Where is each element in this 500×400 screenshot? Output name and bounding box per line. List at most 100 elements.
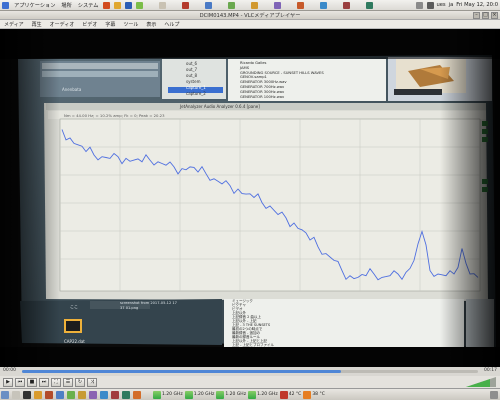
tree-item[interactable]: capture_2 [186, 91, 206, 97]
cpu-freq-2: 1.20 GHz [216, 390, 247, 399]
task-button[interactable] [34, 390, 43, 399]
task-button[interactable] [111, 390, 120, 399]
menu-tools[interactable]: ツール [119, 21, 142, 28]
panel-right: ues ja Fri May 12, 20:0 [414, 1, 500, 9]
user-label[interactable]: ues [436, 2, 445, 8]
launcher-icon[interactable] [159, 1, 167, 9]
menu-subtitle[interactable]: 字幕 [101, 21, 119, 28]
maximize-icon[interactable]: □ [482, 12, 489, 19]
lang-label[interactable]: ja [449, 2, 454, 8]
foot-icon[interactable] [2, 1, 9, 9]
temp-label: 38 °C [312, 392, 325, 397]
file-tree-text: out_6 out_7 out_8 system capture_1 captu… [186, 61, 206, 97]
app-icon [67, 390, 75, 399]
launcher-icon[interactable] [366, 1, 374, 9]
menu-media[interactable]: メディア [0, 21, 28, 28]
play-button[interactable]: ▶ [3, 377, 13, 387]
launcher-icon[interactable] [274, 1, 282, 9]
list-item[interactable]: 上記 - 上記とプロファイル [232, 343, 274, 347]
desktop-label-1: Anenbata [62, 87, 82, 92]
playback-controls: ▶ ⏮ ■ ⏭ ⛶ ☰ ↻ ⤨ [0, 376, 500, 388]
vlc-menubar: メディア 再生 オーディオ ビデオ 字幕 ツール 表示 ヘルプ [0, 20, 500, 29]
task-button[interactable] [67, 390, 76, 399]
menu-playback[interactable]: 再生 [28, 21, 46, 28]
menu-video[interactable]: ビデオ [78, 21, 101, 28]
launcher-icon[interactable] [182, 1, 190, 9]
task-button[interactable] [122, 390, 131, 399]
task-button[interactable] [78, 390, 87, 399]
volume-icon[interactable] [427, 1, 435, 9]
bottom-panel: 1.20 GHz 1.20 GHz 1.20 GHz 1.20 GHz 42 °… [0, 388, 500, 400]
task-button[interactable] [100, 390, 109, 399]
stop-button[interactable]: ■ [27, 377, 37, 387]
launcher-icon[interactable] [205, 1, 213, 9]
menu-audio[interactable]: オーディオ [46, 21, 79, 28]
cpu-icon [216, 390, 225, 399]
playlist-icon: ☰ [65, 379, 71, 385]
desktop-icon [1, 390, 9, 399]
launcher-icon[interactable] [343, 1, 351, 9]
pencil-icon [34, 390, 42, 399]
launcher-icon[interactable] [103, 1, 111, 9]
task-button[interactable] [45, 390, 54, 399]
task-button[interactable] [56, 390, 65, 399]
loop-button[interactable]: ↻ [75, 377, 85, 387]
list-item[interactable]: GENERATOR 100Hz.wav [240, 95, 324, 100]
thermometer-icon [303, 390, 312, 399]
fullscreen-button[interactable]: ⛶ [51, 377, 61, 387]
menu-view[interactable]: 表示 [142, 21, 160, 28]
cpu-icon [248, 390, 257, 399]
minimize-icon[interactable]: – [473, 12, 480, 19]
launcher-icon[interactable] [228, 1, 236, 9]
menu-places[interactable]: 場所 [58, 2, 74, 9]
cpu-freq-label: 1.20 GHz [225, 392, 247, 397]
time-total: 00:17 [484, 368, 497, 373]
volume-slider[interactable] [466, 377, 496, 387]
menu-applications[interactable]: アプリケーション [11, 2, 58, 9]
next-icon: ⏭ [41, 379, 47, 385]
app-icon [45, 390, 53, 399]
next-button[interactable]: ⏭ [39, 377, 49, 387]
video-area[interactable]: out_6 out_7 out_8 system capture_1 captu… [0, 29, 500, 367]
seek-slider[interactable] [22, 370, 478, 373]
previous-button[interactable]: ⏮ [15, 377, 25, 387]
app-icon [111, 390, 119, 399]
desktop-label-2: screenshot from 2017-05-12 17 37 01.png [120, 301, 177, 310]
launcher-icon[interactable] [297, 1, 305, 9]
desktop-label-3: ここ [70, 304, 78, 309]
launcher-icon[interactable] [251, 1, 259, 9]
play-icon: ▶ [6, 379, 10, 385]
time-elapsed: 00:00 [3, 368, 16, 373]
cpu-freq-label: 1.20 GHz [257, 392, 278, 397]
top-panel: アプリケーション 場所 システム ues ja Fri May 12, 20:0 [0, 0, 500, 11]
analyzer-readout: Nm = 44.00 Hz; = 10.2% amp; Fk = 0; Peak… [64, 113, 165, 118]
thermometer-icon [279, 390, 288, 399]
trash-icon [490, 390, 498, 399]
temp-label: 42 °C [288, 392, 302, 397]
menu-help[interactable]: ヘルプ [160, 21, 183, 28]
previous-icon: ⏮ [17, 379, 23, 385]
clock[interactable]: Fri May 12, 20:0 [456, 2, 498, 8]
launcher-icon[interactable] [114, 1, 122, 9]
playlist-button[interactable]: ☰ [63, 377, 73, 387]
cpu-freq-label: 1.20 GHz [193, 392, 215, 397]
launcher-icon[interactable] [125, 1, 133, 9]
launcher-icon[interactable] [136, 1, 144, 9]
task-button[interactable] [23, 390, 32, 399]
cpu-freq-label: 1.20 GHz [162, 392, 183, 397]
window-controls: – □ × [473, 12, 498, 19]
close-icon[interactable]: × [491, 12, 498, 19]
show-desktop-button[interactable] [1, 390, 10, 399]
cpu-freq-0: 1.20 GHz [153, 390, 183, 399]
cpu-icon [153, 390, 161, 399]
task-button[interactable] [89, 390, 98, 399]
task-button[interactable] [133, 390, 142, 399]
shuffle-button[interactable]: ⤨ [87, 377, 97, 387]
network-icon[interactable] [416, 1, 424, 9]
trash-button[interactable] [490, 390, 499, 399]
menu-system[interactable]: システム [75, 2, 102, 9]
window-titlebar: DCIM0143.MP4 - VLCメディアプレイヤー – □ × [0, 11, 500, 20]
launcher-icon[interactable] [320, 1, 328, 9]
task-button[interactable] [12, 390, 21, 399]
temp-readout-2: 38 °C [303, 390, 325, 399]
